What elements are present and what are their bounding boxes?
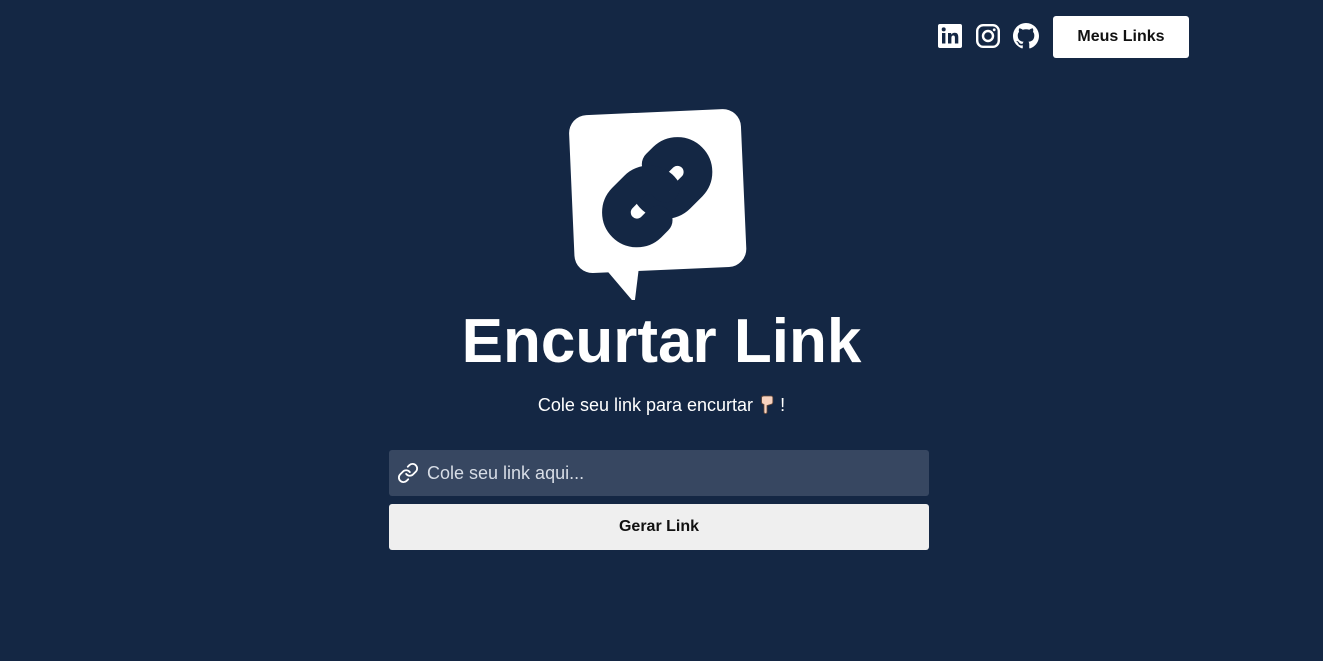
page-title: Encurtar Link [461,307,862,376]
linkedin-link[interactable] [937,23,963,49]
instagram-link[interactable] [975,23,1001,49]
chat-bubble-link-icon [569,109,747,300]
social-links [937,23,1039,49]
pointing-down-hand-icon [760,394,776,414]
github-icon [1013,23,1039,49]
page: Meus Links Encurtar Link Cole seu link p… [0,0,1323,661]
link-input[interactable] [427,450,929,496]
link-input-container [389,450,929,496]
subtitle-text: Cole seu link para encurtar [537,395,754,415]
my-links-button[interactable]: Meus Links [1053,16,1189,58]
linkedin-icon [938,24,962,48]
instagram-icon [976,24,1001,49]
subtitle-suffix: ! [780,395,786,415]
page-subtitle: Cole seu link para encurtar ! [0,394,1323,416]
generate-link-button[interactable]: Gerar Link [389,504,929,550]
link-icon [397,462,419,484]
github-link[interactable] [1013,23,1039,49]
logo [568,108,750,300]
